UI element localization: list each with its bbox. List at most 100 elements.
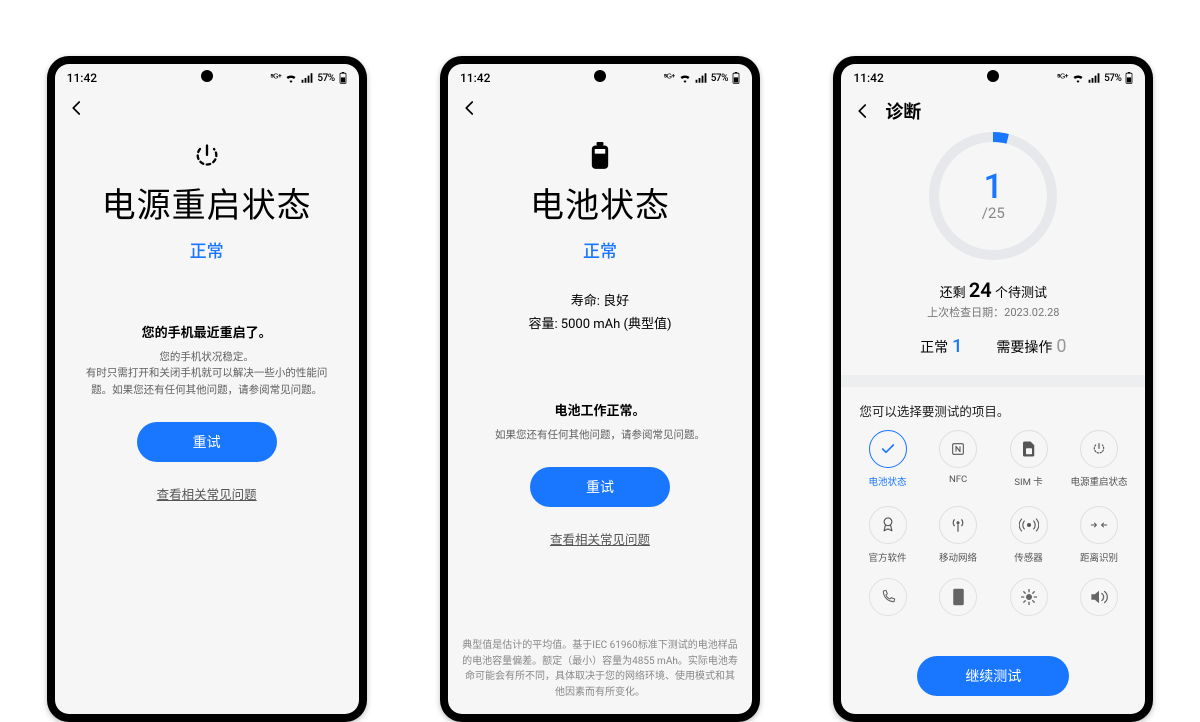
- test-grid: 电池状态 NFC SIM 卡 电源重启状态: [841, 430, 1145, 564]
- faq-link[interactable]: 查看相关常见问题: [157, 484, 257, 503]
- status-badge: 正常: [190, 237, 224, 262]
- item-label: 电源重启状态: [1071, 474, 1128, 488]
- fine-print: 典型值是估计的平均值。基于IEC 61960标准下测试的电池样品的电池容量偏差。…: [448, 638, 752, 700]
- battery-percent: 57%: [1104, 73, 1121, 84]
- item-label: 官方软件: [869, 550, 907, 564]
- item-nfc[interactable]: NFC: [926, 430, 991, 488]
- wifi-icon: [679, 73, 691, 83]
- status-badge: 正常: [583, 237, 617, 262]
- retry-button[interactable]: 重试: [137, 422, 277, 462]
- ok-label: 正常: [920, 340, 948, 356]
- progress-total: /25: [982, 204, 1005, 222]
- battery-icon: [732, 72, 740, 84]
- need-num: 0: [1056, 336, 1066, 357]
- status-icons: ⁵ᴳ⁺ 57%: [270, 72, 346, 84]
- check-icon: [869, 430, 907, 468]
- item-partial-2[interactable]: [926, 578, 991, 616]
- network-icon: ⁵ᴳ⁺: [270, 73, 281, 84]
- item-partial-1[interactable]: [855, 578, 920, 616]
- remaining-tests: 还剩 24 个待测试: [841, 278, 1145, 302]
- back-button[interactable]: [67, 98, 87, 118]
- item-label: 移动网络: [939, 550, 977, 564]
- phone-3: 11:42 ⁵ᴳ⁺ 57% 诊断: [833, 56, 1153, 722]
- back-button[interactable]: [460, 98, 480, 118]
- last-check-date: 上次检查日期：2023.02.28: [841, 304, 1145, 320]
- remain-num: 24: [969, 278, 992, 302]
- sensor-icon: [1010, 506, 1048, 544]
- status-time: 11:42: [460, 71, 490, 85]
- page-title: 诊断: [885, 98, 921, 124]
- section-hint: 您可以选择要测试的项目。: [841, 387, 1145, 430]
- item-label: SIM 卡: [1014, 474, 1042, 488]
- signal-icon: [301, 73, 313, 83]
- test-grid-row-3: [841, 564, 1145, 616]
- display-icon: [939, 578, 977, 616]
- battery-large-icon: [590, 142, 610, 170]
- faq-link[interactable]: 查看相关常见问题: [550, 529, 650, 548]
- restart-notice: 您的手机最近重启了。: [142, 322, 272, 341]
- signal-icon: [1088, 73, 1100, 83]
- remain-post: 个待测试: [992, 286, 1047, 301]
- need-label: 需要操作: [996, 340, 1052, 356]
- item-partial-3[interactable]: [996, 578, 1061, 616]
- proximity-icon: [1080, 506, 1118, 544]
- wifi-icon: [285, 73, 297, 83]
- item-label: 距离识别: [1080, 550, 1118, 564]
- speaker-icon: [1080, 578, 1118, 616]
- phone-2: 11:42 ⁵ᴳ⁺ 57%: [440, 56, 760, 722]
- battery-capacity: 容量: 5000 mAh (典型值): [528, 313, 671, 332]
- camera-hole: [987, 70, 999, 82]
- working-line: 电池工作正常。: [554, 400, 645, 419]
- status-icons: ⁵ᴳ⁺ 57%: [664, 72, 740, 84]
- signal-icon: [695, 73, 707, 83]
- battery-life: 寿命: 良好: [571, 290, 629, 309]
- page-title: 电池状态: [530, 178, 670, 227]
- item-sim[interactable]: SIM 卡: [996, 430, 1061, 488]
- stable-line: 您的手机状况稳定。: [153, 349, 260, 365]
- item-sensors[interactable]: 传感器: [996, 506, 1061, 564]
- ok-num: 1: [952, 336, 962, 357]
- status-time: 11:42: [853, 71, 883, 85]
- progress-done: 1: [982, 170, 1005, 204]
- item-partial-4[interactable]: [1067, 578, 1132, 616]
- counts-row: 正常1 需要操作0: [841, 336, 1145, 357]
- item-label: 电池状态: [869, 474, 907, 488]
- retry-button[interactable]: 重试: [530, 467, 670, 507]
- brightness-icon: [1010, 578, 1048, 616]
- item-official-software[interactable]: 官方软件: [855, 506, 920, 564]
- award-icon: [869, 506, 907, 544]
- phone-icon: [869, 578, 907, 616]
- phone-1: 11:42 ⁵ᴳ⁺ 57%: [47, 56, 367, 722]
- network-icon: ⁵ᴳ⁺: [664, 73, 675, 84]
- battery-icon: [339, 72, 347, 84]
- section-divider: [841, 375, 1145, 387]
- back-button[interactable]: [853, 101, 873, 121]
- screen-restart-status: 11:42 ⁵ᴳ⁺ 57%: [55, 64, 359, 714]
- item-proximity[interactable]: 距离识别: [1067, 506, 1132, 564]
- item-battery-status[interactable]: 电池状态: [855, 430, 920, 488]
- battery-icon: [1125, 72, 1133, 84]
- status-time: 11:42: [67, 71, 97, 85]
- battery-percent: 57%: [317, 73, 334, 84]
- screen-diagnostics: 11:42 ⁵ᴳ⁺ 57% 诊断: [841, 64, 1145, 714]
- stable-para: 有时只需打开和关闭手机就可以解决一些小的性能问题。如果您还有任何其他问题，请参阅…: [73, 365, 341, 398]
- page-title: 电源重启状态: [102, 178, 312, 227]
- antenna-icon: [939, 506, 977, 544]
- camera-hole: [201, 70, 213, 82]
- battery-percent: 57%: [711, 73, 728, 84]
- progress-ring: 1 /25: [929, 132, 1057, 260]
- item-power-restart[interactable]: 电源重启状态: [1067, 430, 1132, 488]
- status-icons: ⁵ᴳ⁺ 57%: [1057, 72, 1133, 84]
- screen-battery-status: 11:42 ⁵ᴳ⁺ 57%: [448, 64, 752, 714]
- sim-icon: [1010, 430, 1048, 468]
- wifi-icon: [1072, 73, 1084, 83]
- need-count: 需要操作0: [996, 336, 1066, 357]
- item-label: NFC: [949, 474, 967, 485]
- nfc-icon: [939, 430, 977, 468]
- camera-hole: [594, 70, 606, 82]
- ok-count: 正常1: [920, 336, 962, 357]
- continue-test-button[interactable]: 继续测试: [917, 656, 1069, 696]
- hint-line: 如果您还有任何其他问题，请参阅常见问题。: [489, 427, 711, 443]
- item-mobile-network[interactable]: 移动网络: [926, 506, 991, 564]
- power-icon: [193, 142, 221, 170]
